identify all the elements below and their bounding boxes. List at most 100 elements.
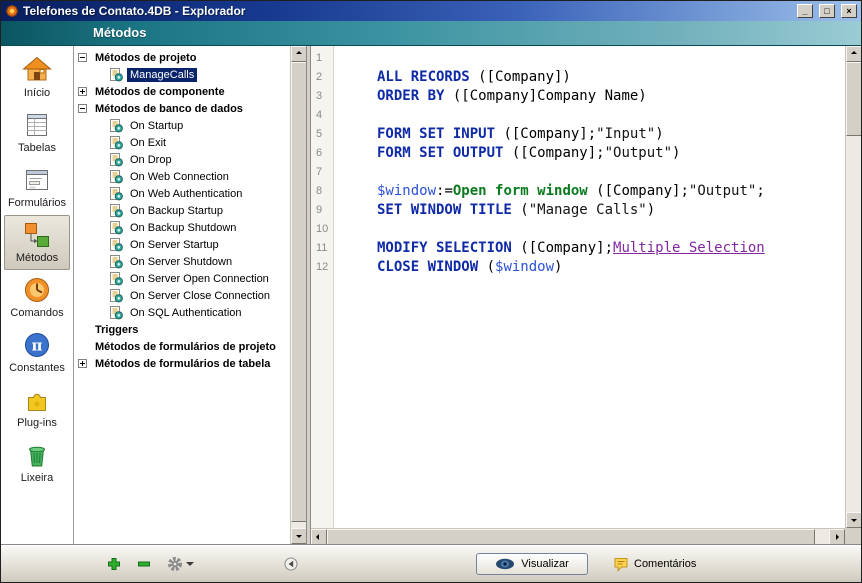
method-icon [109,68,123,82]
code-line[interactable]: 3ORDER BY ([Company]Company Name) [311,86,845,105]
code-line[interactable]: 5FORM SET INPUT ([Company];"Input") [311,124,845,143]
tree-item[interactable]: Métodos de formulários de tabela [74,355,290,372]
code-token: ( [512,202,529,218]
sidebar-item-label: Constantes [4,362,70,374]
expander-spacer [95,274,104,283]
gear-icon [167,556,183,572]
tree-item[interactable]: Métodos de projeto [74,49,290,66]
sidebar: Início Tabelas Formulários Métodos Comandos π… [1,46,74,544]
tree-item-label: On SQL Authentication [127,306,245,320]
scroll-up-icon[interactable] [846,46,861,62]
sidebar-item-constantes[interactable]: πConstantes [4,325,70,380]
editor-hscrollbar-thumb[interactable] [327,529,815,544]
tree-item[interactable]: On Backup Startup [74,202,290,219]
expander-spacer [95,308,104,317]
code-line[interactable]: 7 [311,162,845,181]
sidebar-item-formularios[interactable]: Formulários [4,160,70,215]
expander-spacer [95,138,104,147]
expand-plus-icon[interactable] [78,359,87,368]
tree-item-label: On Server Open Connection [127,272,272,286]
sidebar-item-plugins[interactable]: Plug-ins [4,380,70,435]
options-menu-button[interactable] [167,556,194,572]
editor-horizontal-scrollbar[interactable] [311,528,845,544]
tree-item[interactable]: On Server Shutdown [74,253,290,270]
tree-item-label: On Exit [127,136,169,150]
comments-toggle[interactable]: Comentários [613,556,696,572]
tree-item[interactable]: Métodos de formulários de projeto [74,338,290,355]
code-line[interactable]: 8$window:=Open form window ([Company];"O… [311,181,845,200]
code-text: $window:=Open form window ([Company];"Ou… [377,183,765,199]
comments-label: Comentários [634,558,696,570]
maximize-button[interactable]: □ [819,4,835,18]
minimize-button[interactable]: _ [797,4,813,18]
sidebar-item-metodos[interactable]: Métodos [4,215,70,270]
comment-icon [613,556,629,572]
scroll-down-icon[interactable] [291,528,306,544]
tree-scrollbar-thumb[interactable] [291,62,306,522]
scroll-left-icon[interactable] [311,529,327,544]
code-line[interactable]: 4 [311,105,845,124]
code-editor-panel[interactable]: 1 2 ALL RECORDS ([Company])3ORDER BY ([Com… [311,46,861,544]
tree-item[interactable]: On Web Authentication [74,185,290,202]
collapse-panel-button[interactable] [284,557,298,571]
editor-vertical-scrollbar[interactable] [845,46,861,528]
tree-item[interactable]: On Backup Shutdown [74,219,290,236]
code-line[interactable]: 9SET WINDOW TITLE ("Manage Calls") [311,200,845,219]
dropdown-arrow-icon [186,562,194,570]
code-token: Multiple Selection [613,240,765,256]
code-line[interactable]: 10 [311,219,845,238]
title-bar[interactable]: Telefones de Contato.4DB - Explorador _ … [1,1,861,21]
tree-item[interactable]: On Server Close Connection [74,287,290,304]
collapse-minus-icon[interactable] [78,53,87,62]
section-title: Métodos [93,25,146,40]
code-token: ) [672,145,680,161]
collapse-minus-icon[interactable] [78,104,87,113]
tree-item[interactable]: Métodos de banco de dados [74,100,290,117]
sidebar-item-label: Comandos [4,307,70,319]
sidebar-item-label: Tabelas [4,142,70,154]
methods-icon [21,219,53,251]
code-text: ALL RECORDS ([Company]) [377,69,571,85]
add-method-button[interactable] [105,555,123,573]
tree-item[interactable]: On Exit [74,134,290,151]
scroll-up-icon[interactable] [291,46,306,62]
tree-item[interactable]: Triggers [74,321,290,338]
tree-item[interactable]: On Drop [74,151,290,168]
code-token: ([Company]Company Name) [444,88,646,104]
scroll-right-icon[interactable] [829,529,845,544]
sidebar-item-label: Métodos [4,252,70,264]
tree-item[interactable]: ManageCalls [74,66,290,83]
code-token: FORM SET OUTPUT [377,145,503,161]
code-line[interactable]: 11MODIFY SELECTION ([Company];Multiple S… [311,238,845,257]
tree-item[interactable]: On Startup [74,117,290,134]
main-area: Início Tabelas Formulários Métodos Comandos π… [1,46,861,544]
delete-method-button[interactable] [135,555,153,573]
code-editor[interactable]: 1 2 ALL RECORDS ([Company])3ORDER BY ([Com… [311,48,845,528]
close-button[interactable]: × [841,4,857,18]
tree-item[interactable]: On Server Startup [74,236,290,253]
code-token: ALL RECORDS [377,69,470,85]
editor-vscrollbar-thumb[interactable] [846,62,861,136]
expand-plus-icon[interactable] [78,87,87,96]
expander-spacer [78,325,87,334]
code-text: ORDER BY ([Company]Company Name) [377,88,647,104]
code-line[interactable]: 6FORM SET OUTPUT ([Company];"Output") [311,143,845,162]
tree-item[interactable]: On Server Open Connection [74,270,290,287]
code-line[interactable]: 2 ALL RECORDS ([Company]) [311,67,845,86]
tree-item-label: On Backup Shutdown [127,221,239,235]
sidebar-item-comandos[interactable]: Comandos [4,270,70,325]
sidebar-item-lixeira[interactable]: Lixeira [4,435,70,490]
line-number: 2 [311,71,333,83]
sidebar-item-tabelas[interactable]: Tabelas [4,105,70,160]
preview-button[interactable]: Visualizar [476,553,588,575]
sidebar-item-inicio[interactable]: Início [4,50,70,105]
scroll-down-icon[interactable] [846,512,861,528]
constants-icon: π [21,329,53,361]
tree-vertical-scrollbar[interactable] [290,46,306,544]
tree-item[interactable]: Métodos de componente [74,83,290,100]
tree-item[interactable]: On SQL Authentication [74,304,290,321]
code-line[interactable]: 1 [311,48,845,67]
trash-icon [21,439,53,471]
tree-item[interactable]: On Web Connection [74,168,290,185]
code-line[interactable]: 12CLOSE WINDOW ($window) [311,257,845,276]
